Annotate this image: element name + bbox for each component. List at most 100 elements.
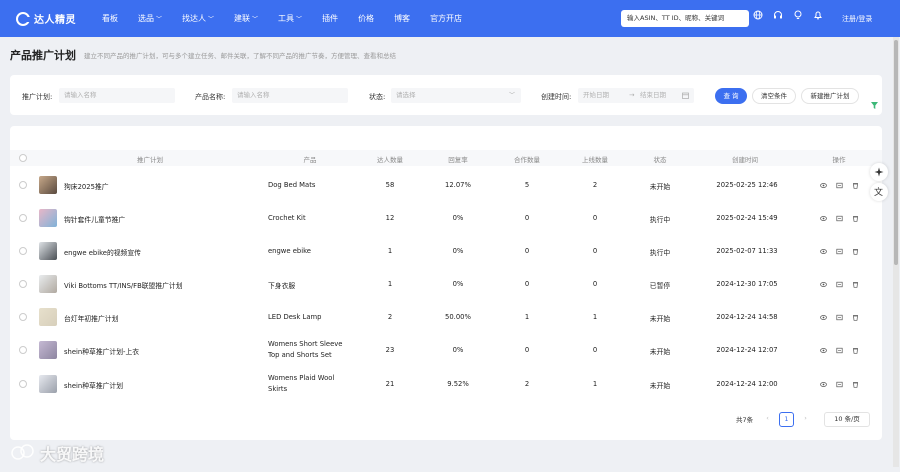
total-count: 共7条 (736, 416, 754, 424)
date-range-picker[interactable]: 开始日期 → 结束日期 (578, 88, 694, 103)
watermark-text: 大贸跨境 (40, 445, 105, 464)
edit-icon[interactable] (836, 347, 843, 354)
login-link[interactable]: 注册/登录 (842, 14, 872, 24)
product-thumbnail (39, 375, 57, 393)
delete-icon[interactable] (852, 347, 859, 354)
edit-icon[interactable] (836, 281, 843, 288)
online-count: 1 (592, 313, 598, 321)
delete-icon[interactable] (852, 381, 859, 388)
next-page-button[interactable]: › (798, 412, 813, 427)
bell-icon[interactable] (813, 10, 823, 20)
row-checkbox[interactable] (19, 313, 27, 321)
logo-icon (16, 11, 31, 26)
status-select[interactable]: 请选择 ﹀ (391, 88, 521, 103)
delete-icon[interactable] (852, 215, 859, 222)
view-icon[interactable] (820, 381, 827, 388)
plan-name[interactable]: shein种草推广计划-上衣 (64, 346, 139, 356)
col-created: 创建时间 (732, 156, 758, 164)
status-badge: 未开始 (649, 315, 671, 323)
chevron-down-icon: ﹀ (296, 16, 303, 23)
nav-item-tools[interactable]: 工具 ﹀ (278, 13, 302, 24)
nav-item-products[interactable]: 选品 ﹀ (138, 13, 162, 24)
edit-icon[interactable] (836, 215, 843, 222)
nav-item-dashboard[interactable]: 看板 (102, 13, 118, 24)
brand-name: 达人精灵 (34, 15, 76, 26)
table-row[interactable]: 台灯年初推广计划 LED Desk Lamp 2 50.00% 1 1 未开始 2024-12… (10, 301, 882, 334)
created-time: 2024-12-24 14:58 (716, 313, 778, 321)
product-name-line1: Womens Plaid Wool (268, 374, 335, 382)
plan-name[interactable]: shein种草推广计划 (64, 380, 123, 390)
clear-filters-button[interactable]: 清空条件 (752, 88, 796, 104)
plan-name[interactable]: 钩针套件儿童节推广 (64, 214, 125, 224)
plan-name-input[interactable]: 请输入名称 (59, 88, 175, 103)
product-name-input[interactable]: 请输入名称 (232, 88, 348, 103)
plan-name[interactable]: Viki Bottoms TT/INS/FB联盟推广计划 (64, 280, 183, 290)
row-checkbox[interactable] (19, 214, 27, 222)
new-plan-button[interactable]: 新建推广计划 (801, 88, 859, 104)
online-count: 0 (592, 214, 598, 222)
page-size-select[interactable]: 10 条/页 (824, 412, 870, 427)
edit-icon[interactable] (836, 248, 843, 255)
reply-rate: 0% (452, 280, 464, 288)
row-checkbox[interactable] (19, 181, 27, 189)
chevron-down-icon: ﹀ (252, 16, 259, 23)
view-icon[interactable] (820, 215, 827, 222)
reply-rate: 9.52% (447, 380, 469, 388)
table-row[interactable]: engwe ebike的视频宣传 engwe ebike 1 0% 0 0 执行中 2025-… (10, 235, 882, 268)
headset-icon[interactable] (773, 10, 783, 20)
view-icon[interactable] (820, 347, 827, 354)
product-filter-label: 产品名称: (195, 93, 226, 101)
view-icon[interactable] (820, 248, 827, 255)
edit-icon[interactable] (836, 182, 843, 189)
edit-icon[interactable] (836, 381, 843, 388)
prev-page-button[interactable]: ‹ (760, 412, 775, 427)
delete-icon[interactable] (852, 182, 859, 189)
table-row[interactable]: Viki Bottoms TT/INS/FB联盟推广计划 下身衣服 1 0% 0 0 已暂停… (10, 268, 882, 301)
nav-item-blog[interactable]: 博客 (394, 13, 410, 24)
table-row[interactable]: 钩针套件儿童节推广 Crochet Kit 12 0% 0 0 执行中 2025-02-24 … (10, 202, 882, 235)
delete-icon[interactable] (852, 281, 859, 288)
table-row[interactable]: 狗床2025推广 Dog Bed Mats 58 12.07% 5 2 未开始 2025-02… (10, 169, 882, 202)
select-all-checkbox[interactable] (19, 154, 27, 162)
filter-funnel-icon[interactable] (870, 101, 879, 110)
status-badge: 执行中 (649, 216, 671, 224)
translate-button[interactable]: 文 (870, 183, 888, 201)
row-checkbox[interactable] (19, 346, 27, 354)
created-time: 2024-12-24 12:07 (716, 346, 778, 354)
start-date-input[interactable]: 开始日期 (583, 91, 609, 99)
online-count: 0 (592, 247, 598, 255)
nav-item-plugin[interactable]: 插件 (322, 13, 338, 24)
edit-icon[interactable] (836, 314, 843, 321)
ai-assistant-button[interactable] (870, 163, 888, 181)
product-thumbnail (39, 242, 57, 260)
view-icon[interactable] (820, 182, 827, 189)
end-date-input[interactable]: 结束日期 (640, 88, 666, 103)
table-row[interactable]: shein种草推广计划-上衣 Womens Short Sleeve Top and… (10, 334, 882, 367)
nav-item-pricing[interactable]: 价格 (358, 13, 374, 24)
nav-item-open-store[interactable]: 官方开店 (430, 13, 462, 24)
row-checkbox[interactable] (19, 247, 27, 255)
row-checkbox[interactable] (19, 380, 27, 388)
table-row[interactable]: shein种草推广计划 Womens Plaid Wool Skirts 21 9.52… (10, 368, 882, 401)
view-icon[interactable] (820, 314, 827, 321)
coop-count: 2 (524, 380, 530, 388)
delete-icon[interactable] (852, 314, 859, 321)
plan-name[interactable]: engwe ebike的视频宣传 (64, 247, 141, 257)
status-badge: 执行中 (649, 249, 671, 257)
global-search-input[interactable]: 输入ASIN、TT ID、昵称、关键词 (621, 10, 749, 27)
plan-name[interactable]: 狗床2025推广 (64, 181, 109, 191)
product-thumbnail (39, 275, 57, 293)
brand-logo[interactable]: 达人精灵 (16, 11, 76, 26)
search-button[interactable]: 查 询 (715, 88, 747, 104)
page-1-button[interactable]: 1 (779, 412, 794, 427)
globe-icon[interactable] (753, 10, 763, 20)
row-checkbox[interactable] (19, 280, 27, 288)
view-icon[interactable] (820, 281, 827, 288)
plan-name[interactable]: 台灯年初推广计划 (64, 313, 118, 323)
nav-item-outreach[interactable]: 建联 ﹀ (234, 13, 258, 24)
product-name: Dog Bed Mats (268, 181, 316, 189)
delete-icon[interactable] (852, 248, 859, 255)
scrollbar-thumb[interactable] (894, 40, 898, 265)
nav-item-find-influencers[interactable]: 找达人 ﹀ (182, 13, 214, 24)
lightbulb-icon[interactable] (793, 10, 803, 20)
